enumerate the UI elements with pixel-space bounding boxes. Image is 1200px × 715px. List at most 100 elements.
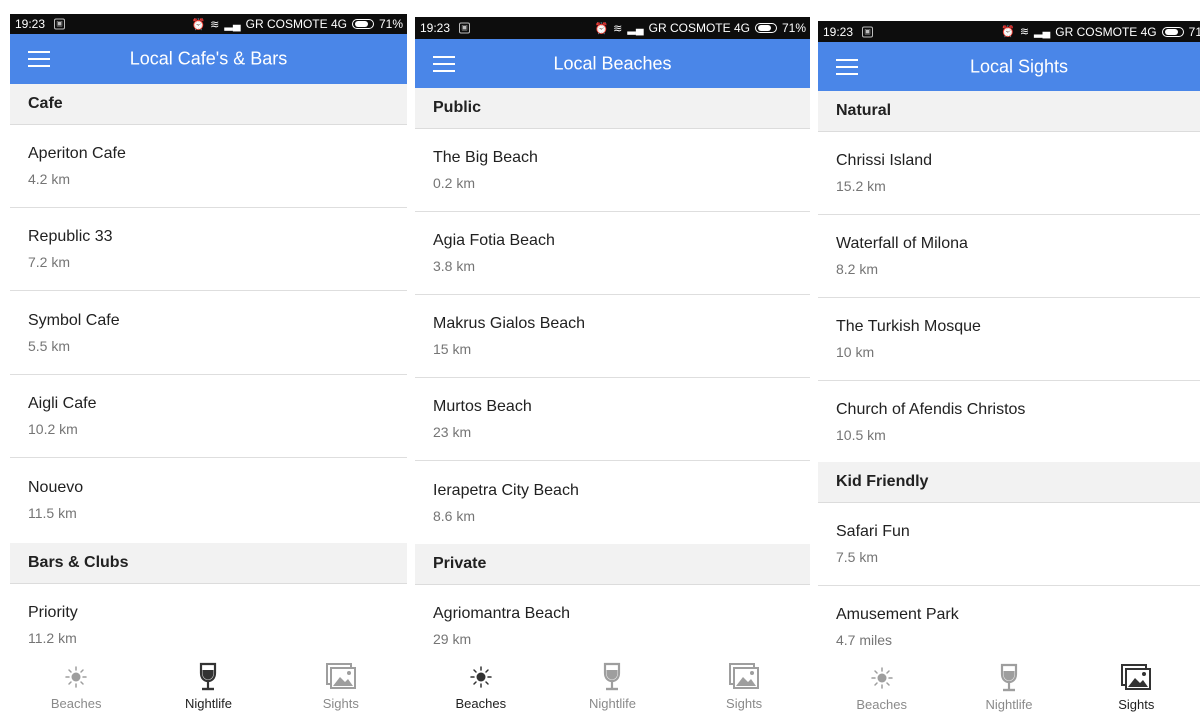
item-name: Safari Fun [836, 523, 910, 540]
item-distance: 15.2 km [836, 178, 886, 194]
list-item[interactable]: Makrus Gialos Beach 15 km [415, 295, 810, 378]
list-item[interactable]: Aigli Cafe 10.2 km [10, 375, 407, 458]
item-distance: 5.5 km [28, 338, 71, 354]
signal-icon: ▂▄ [627, 22, 644, 35]
nav-tab-nightlife[interactable]: Nightlife [142, 654, 274, 715]
alarm-icon: ⏰ [191, 18, 206, 31]
photos-icon [325, 663, 356, 689]
nav-tab-sights[interactable]: Sights [678, 654, 810, 715]
battery-icon [1161, 26, 1184, 37]
item-distance: 15 km [433, 341, 472, 357]
list-item[interactable]: Chrissi Island 15.2 km [818, 132, 1200, 215]
item-distance: 4.2 km [28, 171, 71, 187]
list-item[interactable]: Symbol Cafe 5.5 km [10, 292, 407, 375]
item-name: Agriomantra Beach [433, 605, 570, 622]
wifi-icon: ≋ [1019, 26, 1030, 38]
list-item[interactable]: Safari Fun 7.5 km [818, 503, 1200, 586]
nav-tab-nightlife[interactable]: Nightlife [547, 654, 679, 715]
item-distance: 11.5 km [28, 505, 77, 521]
nav-label-nightlife: Nightlife [588, 696, 636, 711]
item-name: Nouevo [28, 479, 84, 496]
nav-label-sights: Sights [726, 696, 763, 711]
item-name: Agia Fotia Beach [433, 232, 555, 249]
app-bar: Local Cafe's & Bars [10, 34, 407, 84]
battery-icon [754, 23, 777, 33]
nav-label-beaches: Beaches [856, 697, 907, 712]
screen-cafes-bars: 19:23 ▣ ⏰ ≋ ▂▄ GR COSMOTE 4G 71% Local C… [10, 14, 407, 715]
list-item[interactable]: Aperiton Cafe 4.2 km [10, 125, 407, 208]
notification-icon: ▣ [54, 18, 65, 30]
section-header: Kid Friendly [818, 462, 1200, 503]
signal-icon: ▂▄ [224, 18, 241, 31]
carrier-label: GR COSMOTE 4G [1055, 24, 1157, 39]
nav-label-nightlife: Nightlife [184, 696, 232, 711]
list-item[interactable]: Church of Afendis Christos 10.5 km [818, 381, 1200, 464]
bottom-nav: Beaches Nightlife Sights [415, 654, 810, 715]
item-name: Waterfall of Milona [836, 235, 968, 252]
list-item[interactable]: Agia Fotia Beach 3.8 km [415, 212, 810, 295]
item-distance: 8.6 km [433, 508, 476, 524]
app-bar: Local Beaches [415, 39, 810, 88]
item-name: The Turkish Mosque [836, 318, 981, 335]
list-item[interactable]: Nouevo 11.5 km [10, 459, 407, 542]
nav-label-beaches: Beaches [455, 696, 507, 711]
nav-label-beaches: Beaches [50, 696, 102, 711]
page-title: Local Cafe's & Bars [129, 48, 288, 69]
item-distance: 7.5 km [836, 549, 879, 565]
status-time: 19:23 [15, 17, 46, 31]
nav-tab-beaches[interactable]: Beaches [10, 654, 142, 715]
list-item[interactable]: Ierapetra City Beach 8.6 km [415, 462, 810, 545]
item-name: Ierapetra City Beach [433, 482, 579, 499]
battery-percent: 71 [1188, 24, 1200, 39]
item-name: Chrissi Island [836, 152, 933, 169]
item-name: Aigli Cafe [28, 395, 97, 412]
bottom-nav: Beaches Nightlife Sights [818, 655, 1200, 715]
sun-icon [870, 667, 893, 689]
wifi-icon: ≋ [210, 18, 220, 31]
item-name: Republic 33 [28, 228, 113, 245]
section-header: Natural [818, 91, 1200, 132]
alarm-icon: ⏰ [1001, 26, 1015, 38]
item-name: Murtos Beach [433, 398, 532, 415]
item-distance: 11.2 km [28, 630, 77, 646]
photos-icon [1121, 664, 1152, 690]
wine-glass-icon [200, 662, 217, 691]
item-name: Makrus Gialos Beach [433, 315, 586, 332]
wine-glass-icon [1000, 663, 1018, 692]
carrier-label: GR COSMOTE 4G [245, 17, 347, 31]
list-item[interactable]: Republic 33 7.2 km [10, 208, 407, 291]
section-header: Public [415, 88, 810, 129]
page-title: Local Sights [969, 56, 1069, 76]
page-title: Local Beaches [553, 53, 672, 73]
screen-sights: 19:23 ▣ ⏰ ≋ ▂▄ GR COSMOTE 4G 71 Local Si… [818, 21, 1200, 715]
nav-tab-sights[interactable]: Sights [275, 654, 407, 715]
nav-tab-nightlife[interactable]: Nightlife [945, 655, 1072, 715]
nav-tab-beaches[interactable]: Beaches [818, 655, 945, 715]
item-distance: 29 km [433, 631, 472, 647]
item-name: Church of Afendis Christos [836, 401, 1026, 418]
list-item[interactable]: Murtos Beach 23 km [415, 378, 810, 461]
section-header: Cafe [10, 84, 407, 125]
list-item[interactable]: Waterfall of Milona 8.2 km [818, 215, 1200, 298]
section-header: Private [415, 544, 810, 585]
item-name: Symbol Cafe [28, 312, 120, 329]
list-item[interactable]: The Turkish Mosque 10 km [818, 298, 1200, 381]
wifi-icon: ≋ [613, 22, 623, 35]
alarm-icon: ⏰ [594, 22, 609, 35]
nav-tab-beaches[interactable]: Beaches [415, 654, 547, 715]
nav-label-sights: Sights [322, 696, 359, 711]
status-time: 19:23 [823, 24, 854, 39]
app-bar: Local Sights [818, 42, 1200, 91]
item-distance: 8.2 km [836, 261, 879, 277]
nav-label-nightlife: Nightlife [985, 697, 1033, 712]
battery-icon [351, 19, 374, 29]
item-name: Aperiton Cafe [28, 145, 126, 162]
item-distance: 3.8 km [433, 258, 476, 274]
battery-percent: 71% [378, 17, 403, 31]
list-item[interactable]: The Big Beach 0.2 km [415, 129, 810, 212]
nav-tab-sights[interactable]: Sights [1073, 655, 1200, 715]
item-distance: 7.2 km [28, 254, 71, 270]
battery-percent: 71% [781, 21, 806, 35]
item-name: The Big Beach [433, 149, 538, 166]
item-distance: 10.5 km [836, 427, 886, 443]
